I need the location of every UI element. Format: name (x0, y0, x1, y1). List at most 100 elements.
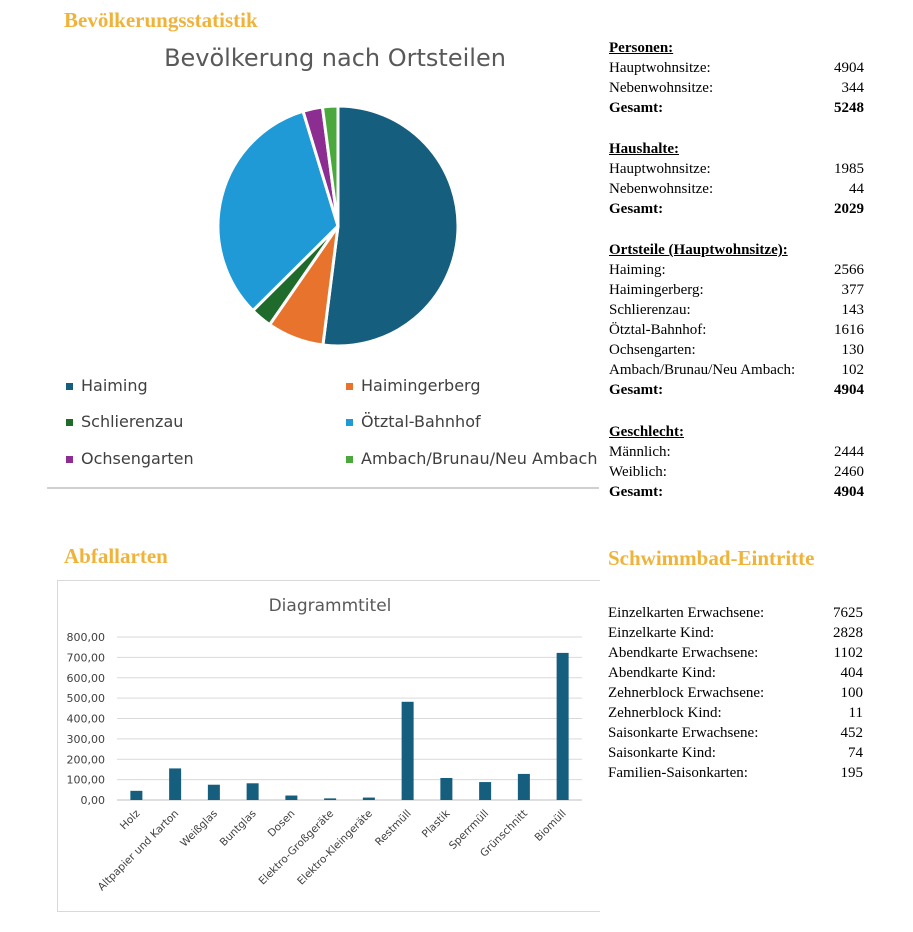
legend-label: Haimingerberg (361, 376, 481, 395)
pie-chart-title: Bevölkerung nach Ortsteilen (164, 44, 506, 72)
stats-row: Hauptwohnsitze: 1985 (609, 161, 864, 181)
y-tick-label: 100,00 (67, 774, 106, 787)
stats-label: Ochsengarten: (609, 342, 696, 358)
y-tick-label: 500,00 (67, 692, 106, 705)
pool-label: Abendkarte Kind: (608, 665, 716, 681)
bar (246, 783, 259, 800)
stats-total-row: Gesamt: 4904 (609, 382, 864, 402)
stats-total-row: Gesamt: 5248 (609, 100, 864, 120)
pool-value: 100 (840, 685, 864, 701)
stats-total-row: Gesamt: 4904 (609, 484, 864, 504)
legend-item-haiming: Haiming (66, 376, 148, 395)
stats-label: Nebenwohnsitze: (609, 80, 714, 96)
bar (479, 782, 492, 800)
legend-item-oetztal-bahnhof: Ötztal-Bahnhof (346, 412, 481, 431)
bar (324, 798, 337, 800)
pool-label: Abendkarte Erwachsene: (608, 645, 759, 661)
stats-value: 2029 (834, 201, 864, 217)
stats-value: 143 (841, 302, 865, 318)
stats-value: 377 (841, 282, 865, 298)
stats-label: Gesamt: (609, 484, 664, 500)
pool-value: 195 (840, 765, 864, 781)
stats-heading-geschlecht: Geschlecht: (609, 424, 684, 440)
legend-item-ambach: Ambach/Brunau/Neu Ambach (346, 449, 597, 468)
pool-row: Saisonkarte Erwachsene: 452 (608, 725, 863, 745)
legend-label: Haiming (81, 376, 148, 395)
pool-row: Zehnerblock Erwachsene: 100 (608, 685, 863, 705)
pool-label: Einzelkarte Kind: (608, 625, 715, 641)
pool-row: Einzelkarte Kind: 2828 (608, 625, 863, 645)
pool-value: 404 (840, 665, 864, 681)
y-tick-label: 600,00 (67, 672, 106, 685)
bar (285, 795, 298, 800)
bar (169, 768, 182, 800)
x-tick-label: Biomüll (532, 808, 568, 844)
legend-label: Schlierenzau (81, 412, 184, 431)
stats-row: Nebenwohnsitze: 344 (609, 80, 864, 100)
pool-value: 74 (848, 745, 863, 761)
pool-label: Saisonkarte Kind: (608, 745, 716, 761)
bar-chart: 0,00 100,00 200,00 300,00 400,00 500,00 600,00… (67, 631, 582, 894)
stats-label: Schlierenzau: (609, 302, 691, 318)
legend-swatch (66, 456, 73, 463)
pool-row: Familien-Saisonkarten: 195 (608, 765, 863, 785)
legend-swatch (66, 419, 73, 426)
legend-item-ochsengarten: Ochsengarten (66, 449, 194, 468)
stats-label: Ambach/Brunau/Neu Ambach: (609, 362, 796, 378)
stats-value: 2460 (834, 464, 864, 480)
stats-row: Ötztal-Bahnhof: 1616 (609, 322, 864, 342)
pie-chart (216, 104, 460, 348)
bar (130, 790, 143, 800)
pool-label: Familien-Saisonkarten: (608, 765, 748, 781)
stats-row: Weiblich: 2460 (609, 464, 864, 484)
stats-value: 4904 (834, 60, 864, 76)
x-tick-label: Weißglas (178, 808, 220, 850)
stats-label: Haimingerberg: (609, 282, 704, 298)
stats-label: Männlich: (609, 444, 671, 460)
legend-swatch (346, 419, 353, 426)
x-tick-label: Dosen (266, 808, 298, 840)
stats-value: 5248 (834, 100, 864, 116)
stats-label: Gesamt: (609, 382, 664, 398)
bar-chart-title: Diagrammtitel (268, 596, 392, 616)
pool-row: Abendkarte Erwachsene: 1102 (608, 645, 863, 665)
waste-section-title: Abfallarten (64, 544, 168, 568)
stats-value: 344 (841, 80, 865, 96)
pie-slice-haiming (321, 104, 460, 348)
stats-label: Hauptwohnsitze: (609, 60, 711, 76)
pool-value: 1102 (833, 645, 863, 661)
stats-value: 102 (841, 362, 865, 378)
y-tick-label: 800,00 (67, 631, 106, 644)
stats-label: Gesamt: (609, 100, 664, 116)
stats-value: 1985 (834, 161, 864, 177)
stats-heading-ortsteile: Ortsteile (Hauptwohnsitze): (609, 242, 788, 258)
stats-value: 4904 (834, 382, 864, 398)
stats-label: Weiblich: (609, 464, 667, 480)
population-section-title: Bevölkerungsstatistik (64, 8, 258, 32)
pool-stats: Einzelkarten Erwachsene: 7625 Einzelkarte… (608, 605, 863, 790)
legend-swatch (346, 456, 353, 463)
y-tick-label: 400,00 (67, 713, 106, 726)
y-tick-label: 200,00 (67, 753, 106, 766)
x-tick-label: Buntglas (218, 808, 259, 849)
stats-label: Ötztal-Bahnhof: (609, 322, 707, 338)
bar (556, 652, 569, 800)
stats-row: Schlierenzau: 143 (609, 302, 864, 322)
stats-value: 44 (849, 181, 864, 197)
bar (362, 797, 375, 800)
x-tick-label: Altpapier und Karton (96, 808, 182, 894)
stats-row: Ochsengarten: 130 (609, 342, 864, 362)
x-tick-label: Elektro-Kleingeräte (295, 808, 375, 888)
pool-section-title: Schwimmbad-Eintritte (608, 546, 815, 570)
stats-value: 2566 (834, 262, 864, 278)
stats-row: Haimingerberg: 377 (609, 282, 864, 302)
legend-swatch (346, 383, 353, 390)
stats-value: 2444 (834, 444, 864, 460)
legend-item-haimingerberg: Haimingerberg (346, 376, 480, 395)
y-tick-label: 700,00 (67, 651, 106, 664)
pool-row: Zehnerblock Kind: 11 (608, 705, 863, 725)
stats-label: Haiming: (609, 262, 666, 278)
bar (440, 777, 453, 800)
legend-label: Ambach/Brunau/Neu Ambach (361, 449, 598, 468)
stats-row: Haiming: 2566 (609, 262, 864, 282)
